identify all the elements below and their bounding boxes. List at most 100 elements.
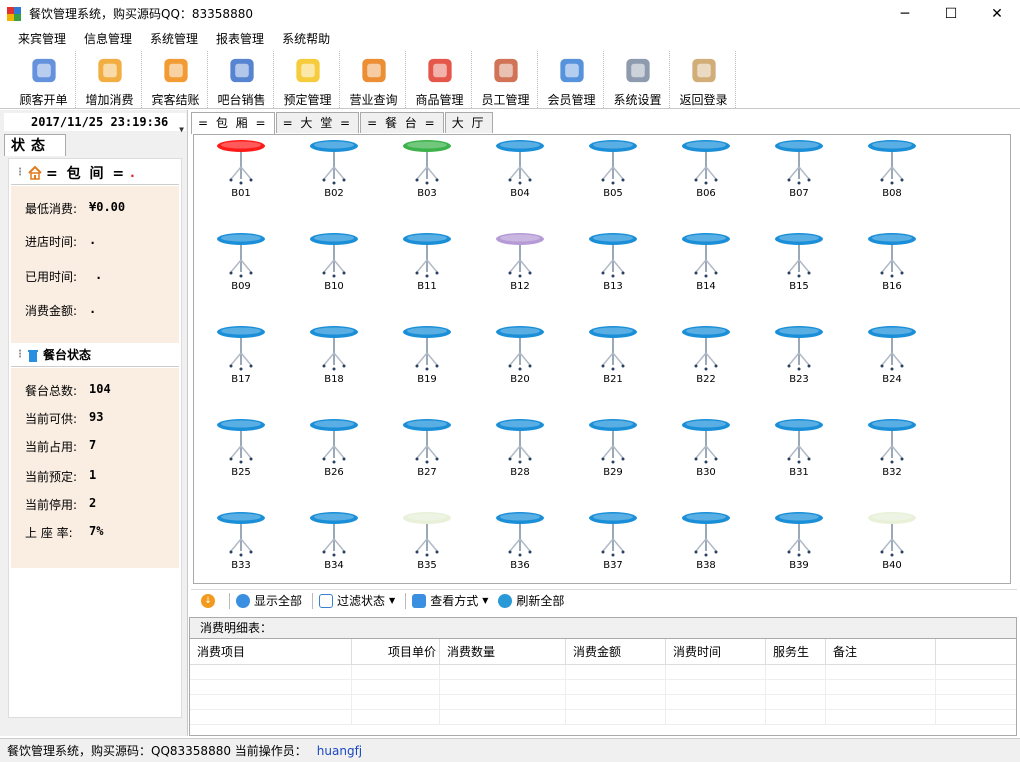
table-seat[interactable]: B33 [211, 511, 271, 581]
tab-status[interactable]: 状态 [4, 134, 66, 156]
table-seat[interactable]: B20 [490, 325, 550, 395]
col-amount[interactable]: 消费金额 [566, 639, 666, 664]
toolbar-button[interactable]: 营业查询 [342, 51, 406, 108]
table-seat[interactable]: B37 [583, 511, 643, 581]
table-seat[interactable]: B23 [769, 325, 829, 395]
table-seat[interactable]: B04 [490, 139, 550, 209]
col-notes[interactable]: 备注 [826, 639, 936, 664]
tab-hall[interactable]: 大 厅 [444, 112, 493, 133]
table-label: B27 [417, 467, 437, 478]
table-seat[interactable]: B10 [304, 232, 364, 302]
toolbar: 顾客开单 增加消费 宾客结账 吧台销售 预定管理 营业查询 商品管理 员工管理 会员管理 系统设置… [0, 51, 1020, 109]
menu-info[interactable]: 信息管理 [75, 28, 141, 50]
view-mode-button[interactable]: 查看方式 ▼ [412, 592, 488, 609]
toolbar-button[interactable]: 吧台销售 [210, 51, 274, 108]
status-text: 餐饮管理系统，购买源码：QQ83358880 当前操作员： [7, 744, 307, 758]
search-icon [412, 593, 427, 608]
menu-bar: 来宾管理 信息管理 系统管理 报表管理 系统帮助 [0, 27, 1020, 51]
filter-status-button[interactable]: 过滤状态 ▼ [319, 592, 395, 609]
table-seat[interactable]: B16 [862, 232, 922, 302]
table-seat[interactable]: B11 [397, 232, 457, 302]
table-status: 餐台总数: 104 当前可供: 93 当前占用: 7 当前预定: 1 当前停用: 2 上 … [11, 368, 179, 568]
menu-guest[interactable]: 来宾管理 [9, 28, 75, 50]
table-seat[interactable]: B26 [304, 418, 364, 488]
toolbar-button-label: 会员管理 [547, 93, 596, 107]
table-seat[interactable]: B06 [676, 139, 736, 209]
toolbar-button[interactable]: 增加消费 [78, 51, 142, 108]
table-seat[interactable]: B29 [583, 418, 643, 488]
toolbar-button-label: 预定管理 [283, 93, 332, 107]
col-time[interactable]: 消费时间 [666, 639, 766, 664]
table-row[interactable] [190, 680, 1016, 695]
toolbar-button[interactable]: 商品管理 [408, 51, 472, 108]
table-row[interactable] [190, 695, 1016, 710]
table-icon [682, 512, 730, 557]
menu-help[interactable]: 系统帮助 [273, 28, 339, 50]
datetime-display[interactable]: 2017/11/25 23:19:36 ▼ [4, 113, 186, 134]
show-all-button[interactable]: 显示全部 [236, 592, 302, 609]
maximize-button[interactable]: ☐ [928, 0, 974, 27]
tab-tables[interactable]: = 餐 台 = [360, 112, 444, 133]
table-seat[interactable]: B19 [397, 325, 457, 395]
table-seat[interactable]: B05 [583, 139, 643, 209]
table-seat[interactable]: B02 [304, 139, 364, 209]
toolbar-button[interactable]: 顾客开单 [12, 51, 76, 108]
table-seat[interactable]: B38 [676, 511, 736, 581]
toolbar-button[interactable]: 宾客结账 [144, 51, 208, 108]
table-row[interactable] [190, 710, 1016, 725]
toolbar-button[interactable]: 预定管理 [276, 51, 340, 108]
table-seat[interactable]: B17 [211, 325, 271, 395]
table-seat[interactable]: B39 [769, 511, 829, 581]
minimize-button[interactable]: ─ [882, 0, 928, 27]
table-seat[interactable]: B31 [769, 418, 829, 488]
close-button[interactable]: ✕ [974, 0, 1020, 27]
table-seat[interactable]: B24 [862, 325, 922, 395]
dropdown-arrow-icon[interactable]: ▼ [179, 121, 184, 139]
tab-lobby[interactable]: = 大 堂 = [275, 112, 360, 133]
toolbar-button[interactable]: 系统设置 [606, 51, 670, 108]
table-seat[interactable]: B07 [769, 139, 829, 209]
col-unit-price[interactable]: 项目单价 [352, 639, 440, 664]
table-label: B21 [603, 374, 623, 385]
table-icon [682, 233, 730, 278]
dropdown-arrow-icon: ▼ [482, 596, 489, 605]
table-seat[interactable]: B14 [676, 232, 736, 302]
table-seat[interactable]: B34 [304, 511, 364, 581]
table-seat[interactable]: B25 [211, 418, 271, 488]
table-label: B37 [603, 560, 623, 571]
table-seat[interactable]: B08 [862, 139, 922, 209]
table-seat[interactable]: B28 [490, 418, 550, 488]
down-arrow-button[interactable]: ↓ [201, 593, 219, 608]
table-seat[interactable]: B18 [304, 325, 364, 395]
table-seat[interactable]: B09 [211, 232, 271, 302]
table-seat[interactable]: B22 [676, 325, 736, 395]
table-icon [217, 326, 265, 371]
table-seat[interactable]: B27 [397, 418, 457, 488]
table-seat[interactable]: B03 [397, 139, 457, 209]
table-seat[interactable]: B12 [490, 232, 550, 302]
toolbar-button[interactable]: 员工管理 [474, 51, 538, 108]
table-seat[interactable]: B36 [490, 511, 550, 581]
toolbar-button[interactable]: 返回登录 [672, 51, 736, 108]
bar-sales-icon [229, 58, 254, 83]
table-seat[interactable]: B40 [862, 511, 922, 581]
menu-system[interactable]: 系统管理 [141, 28, 207, 50]
table-seat[interactable]: B35 [397, 511, 457, 581]
table-seat[interactable]: B32 [862, 418, 922, 488]
toolbar-button[interactable]: 会员管理 [540, 51, 604, 108]
col-waiter[interactable]: 服务生 [766, 639, 826, 664]
checkout-icon [163, 58, 188, 83]
col-quantity[interactable]: 消费数量 [440, 639, 566, 664]
table-seat[interactable]: B13 [583, 232, 643, 302]
toolbar-button-label: 员工管理 [481, 93, 530, 107]
table-seat[interactable]: B15 [769, 232, 829, 302]
refresh-all-button[interactable]: 刷新全部 [498, 592, 564, 609]
home-icon [28, 165, 42, 180]
table-seat[interactable]: B01 [211, 139, 271, 209]
col-item[interactable]: 消费项目 [190, 639, 352, 664]
menu-report[interactable]: 报表管理 [207, 28, 273, 50]
tab-private-room[interactable]: = 包 厢 = [191, 112, 275, 134]
table-seat[interactable]: B30 [676, 418, 736, 488]
table-row[interactable] [190, 665, 1016, 680]
table-seat[interactable]: B21 [583, 325, 643, 395]
